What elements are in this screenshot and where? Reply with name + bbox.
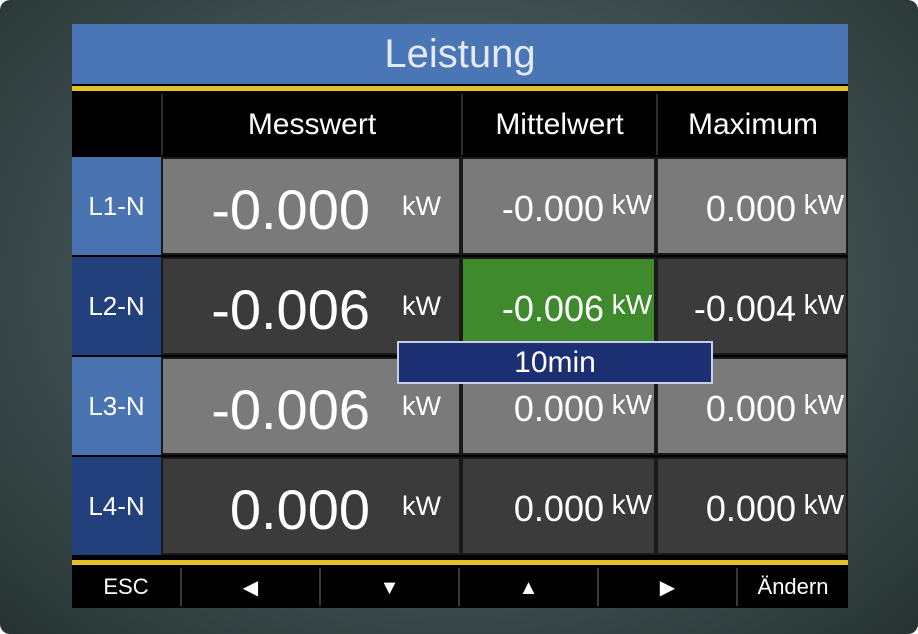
arrow-down-icon: ▼ [379, 577, 400, 599]
averaging-interval-popup[interactable]: 10min [397, 341, 713, 384]
messwert-cell-l1n[interactable]: -0.000 kW [161, 157, 461, 255]
bottom-divider [72, 560, 848, 565]
left-button[interactable]: ◀ [182, 568, 321, 606]
maximum-value: -0.004 [693, 288, 796, 329]
arrow-left-icon: ◀ [242, 577, 259, 599]
top-divider [72, 86, 848, 91]
maximum-cell-l1n[interactable]: 0.000 kW [656, 157, 848, 255]
maximum-value: 0.000 [705, 188, 796, 229]
mittelwert-value: 0.000 [513, 488, 604, 529]
aendern-button[interactable]: Ändern [738, 568, 848, 606]
maximum-cell-l4n[interactable]: 0.000 kW [656, 457, 848, 555]
unit-label: kW [402, 191, 441, 221]
messwert-cell-l4n[interactable]: 0.000 kW [161, 457, 461, 555]
mittelwert-value: -0.006 [501, 288, 604, 329]
column-header-maximum: Maximum [656, 94, 848, 155]
mittelwert-cell-l4n[interactable]: 0.000 kW [461, 457, 656, 555]
unit-label: kW [402, 391, 441, 421]
column-header-mittelwert: Mittelwert [461, 94, 656, 155]
esc-button[interactable]: ESC [72, 568, 182, 606]
table-corner [72, 94, 161, 155]
maximum-value: 0.000 [705, 388, 796, 429]
down-button[interactable]: ▼ [321, 568, 460, 606]
unit-label: kW [803, 289, 844, 320]
unit-label: kW [803, 389, 844, 420]
messwert-value: 0.000 [229, 478, 370, 541]
unit-label: kW [611, 489, 652, 520]
unit-label: kW [402, 291, 441, 321]
unit-label: kW [611, 189, 652, 220]
arrow-right-icon: ▶ [659, 577, 676, 599]
row-label-l2n[interactable]: L2-N [72, 257, 161, 355]
unit-label: kW [611, 289, 652, 320]
unit-label: kW [803, 189, 844, 220]
column-header-messwert: Messwert [161, 94, 461, 155]
row-label-l3n[interactable]: L3-N [72, 357, 161, 455]
messwert-value: -0.006 [211, 278, 370, 341]
unit-label: kW [611, 389, 652, 420]
mittelwert-value: 0.000 [513, 388, 604, 429]
page-title: Leistung [72, 24, 848, 84]
unit-label: kW [402, 491, 441, 521]
mittelwert-cell-l1n[interactable]: -0.000 kW [461, 157, 656, 255]
row-label-l1n[interactable]: L1-N [72, 157, 161, 255]
maximum-value: 0.000 [705, 488, 796, 529]
row-label-l4n[interactable]: L4-N [72, 457, 161, 555]
up-button[interactable]: ▲ [460, 568, 599, 606]
right-button[interactable]: ▶ [599, 568, 738, 606]
messwert-value: -0.000 [211, 178, 370, 241]
unit-label: kW [803, 489, 844, 520]
mittelwert-value: -0.000 [501, 188, 604, 229]
messwert-value: -0.006 [211, 378, 370, 441]
arrow-up-icon: ▲ [518, 577, 539, 599]
display-screen: Leistung Messwert Mittelwert Maximum L1-… [72, 24, 848, 608]
